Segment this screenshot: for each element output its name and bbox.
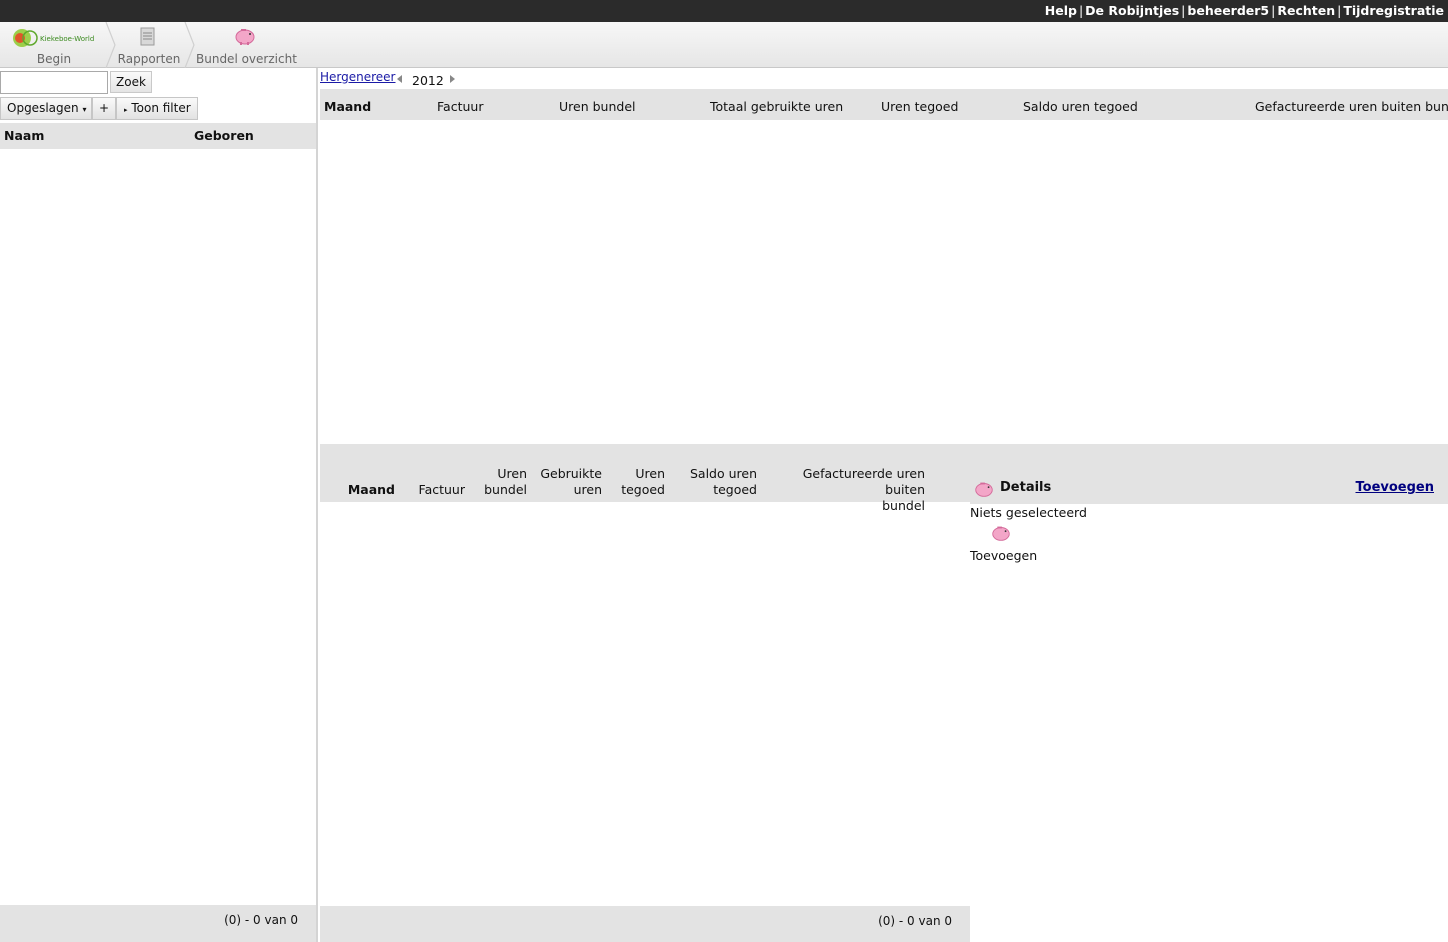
crumb-bundel-label: Bundel overzicht — [196, 52, 297, 66]
pager-text: (0) - 0 van 0 — [878, 914, 952, 928]
report-icon — [140, 27, 155, 46]
add-label[interactable]: Toevoegen — [970, 548, 1037, 563]
column-gefactureerde-uren[interactable]: Gefactureerde uren buiten bundel — [1255, 99, 1448, 114]
column-uren-tegoed[interactable]: Uren tegoed — [610, 466, 665, 498]
main-area: Hergenereer 2012 Maand Factuur Uren bund… — [320, 68, 1448, 942]
organisation-link[interactable]: De Robijntjes — [1085, 3, 1179, 18]
column-maand[interactable]: Maand — [340, 466, 395, 498]
col-line2: tegoed — [713, 482, 757, 497]
column-uren-bundel[interactable]: Uren bundel — [477, 466, 527, 498]
left-pager: (0) - 0 van 0 — [0, 905, 316, 942]
rights-link[interactable]: Rechten — [1277, 3, 1335, 18]
details-header: Details Toevoegen — [970, 475, 1448, 504]
column-uren-bundel[interactable]: Uren bundel — [559, 99, 635, 114]
year-label: 2012 — [412, 73, 444, 88]
separator: | — [1271, 3, 1276, 18]
col-line1: Gebruikte — [540, 466, 602, 481]
separator: | — [1181, 3, 1186, 18]
user-link[interactable]: beheerder5 — [1187, 3, 1269, 18]
top-grid-header: Maand Factuur Uren bundel Totaal gebruik… — [320, 89, 1448, 120]
col-line1 — [410, 466, 465, 482]
saved-label: Opgeslagen — [7, 101, 79, 115]
crumb-begin[interactable]: Kiekeboe-World Begin — [0, 22, 108, 68]
column-factuur[interactable]: Factuur — [410, 466, 465, 498]
search-input[interactable] — [0, 71, 108, 94]
col-line1: Gefactureerde uren buiten — [802, 466, 925, 497]
show-filter-button[interactable]: ▸ Toon filter — [116, 97, 198, 120]
saved-dropdown-button[interactable]: Opgeslagen ▾ — [0, 97, 92, 120]
chevron-down-icon: ▾ — [82, 105, 87, 114]
col-line2: bundel — [484, 482, 527, 497]
col-line1: Saldo uren — [689, 466, 757, 481]
col-line2: tegoed — [621, 482, 665, 497]
piggy-bank-icon — [235, 29, 255, 45]
separator: | — [1078, 3, 1084, 18]
column-saldo-uren-tegoed[interactable]: Saldo uren tegoed — [1023, 99, 1138, 114]
column-uren-tegoed[interactable]: Uren tegoed — [881, 99, 958, 114]
col-line2: Maand — [347, 482, 395, 497]
top-links: Help | De Robijntjes | beheerder5 | Rechten | Ti… — [1045, 3, 1444, 18]
pager-text: (0) - 0 van 0 — [224, 913, 298, 927]
left-panel: Zoek Opgeslagen ▾ + ▸ Toon filter Naam G… — [0, 68, 318, 942]
time-registration-link[interactable]: Tijdregistratie — [1343, 3, 1444, 18]
col-line2: uren — [573, 482, 602, 497]
piggy-bank-icon — [975, 482, 993, 497]
separator: | — [1337, 3, 1342, 18]
column-saldo-uren-tegoed[interactable]: Saldo uren tegoed — [675, 466, 757, 498]
breadcrumb: Kiekeboe-World Begin Rapporten Bundel ov… — [0, 22, 1448, 68]
column-naam[interactable]: Naam — [4, 128, 44, 143]
help-link[interactable]: Help — [1045, 3, 1077, 18]
nothing-selected-text: Niets geselecteerd — [970, 505, 1087, 520]
crumb-rapporten-label: Rapporten — [117, 52, 181, 66]
add-link[interactable]: Toevoegen — [1356, 480, 1435, 495]
chevron-right-icon: ▸ — [124, 106, 128, 114]
column-totaal-gebruikte-uren[interactable]: Totaal gebruikte uren — [710, 99, 843, 114]
crumb-rapporten[interactable]: Rapporten — [116, 22, 182, 68]
regenerate-link[interactable]: Hergenereer — [320, 70, 396, 84]
search-button[interactable]: Zoek — [110, 71, 152, 93]
col-line2: Factuur — [418, 482, 465, 497]
column-gebruikte-uren[interactable]: Gebruikte uren — [535, 466, 602, 498]
chevron-right-icon — [105, 22, 116, 68]
details-title: Details — [1000, 480, 1052, 495]
piggy-bank-icon[interactable] — [990, 522, 1012, 544]
logo-text: Kiekeboe-World — [40, 35, 94, 43]
chevron-right-icon — [184, 22, 195, 68]
year-prev-arrow-icon[interactable] — [397, 75, 402, 83]
col-line1: Uren — [497, 466, 527, 481]
col-line1 — [340, 466, 395, 482]
logo-icon: Kiekeboe-World — [13, 29, 94, 47]
add-saved-button[interactable]: + — [92, 97, 116, 120]
left-grid-header: Naam Geboren — [0, 123, 316, 149]
year-next-arrow-icon[interactable] — [450, 75, 455, 83]
column-maand[interactable]: Maand — [324, 99, 371, 114]
col-line1: Uren — [635, 466, 665, 481]
col-line2: bundel — [882, 498, 925, 513]
bottom-grid-header: Maand Factuur Uren bundel Gebruikte uren… — [320, 466, 970, 513]
bottom-pager: (0) - 0 van 0 — [320, 906, 970, 942]
show-filter-label: Toon filter — [131, 101, 191, 115]
crumb-begin-label: Begin — [36, 52, 72, 66]
column-geboren[interactable]: Geboren — [194, 128, 254, 143]
top-bar: Help | De Robijntjes | beheerder5 | Rechten | Ti… — [0, 0, 1448, 22]
column-gefactureerde-uren[interactable]: Gefactureerde uren buiten bundel — [765, 466, 925, 514]
crumb-bundel-overzicht[interactable]: Bundel overzicht — [196, 22, 297, 68]
column-factuur[interactable]: Factuur — [437, 99, 483, 114]
